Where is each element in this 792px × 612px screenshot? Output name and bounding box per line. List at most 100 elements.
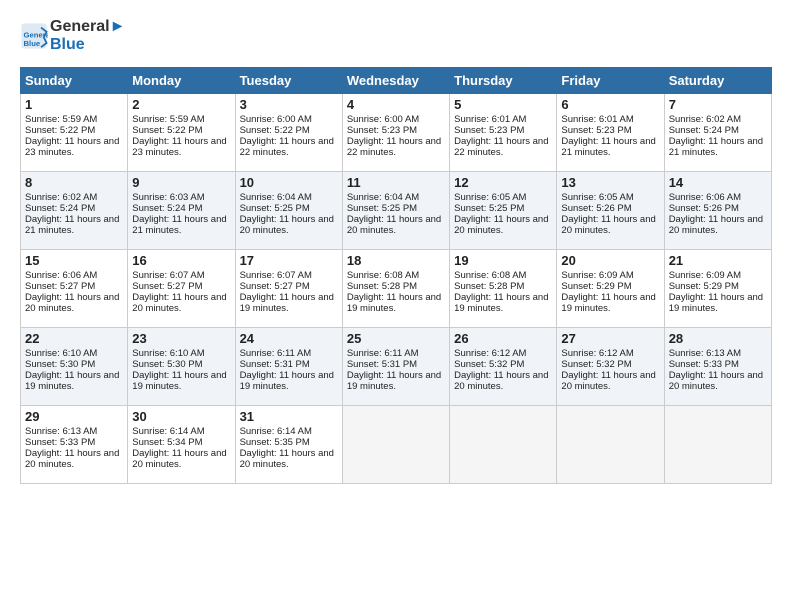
daylight-text: Daylight: 11 hours and 23 minutes. — [25, 136, 123, 158]
sunset-text: Sunset: 5:34 PM — [132, 437, 230, 448]
sunset-text: Sunset: 5:24 PM — [25, 203, 123, 214]
sunset-text: Sunset: 5:27 PM — [132, 281, 230, 292]
sunrise-text: Sunrise: 6:06 AM — [25, 270, 123, 281]
calendar-cell: 27Sunrise: 6:12 AMSunset: 5:32 PMDayligh… — [557, 327, 664, 405]
daylight-text: Daylight: 11 hours and 19 minutes. — [25, 370, 123, 392]
day-number: 24 — [240, 331, 338, 346]
sunset-text: Sunset: 5:23 PM — [347, 125, 445, 136]
day-number: 11 — [347, 175, 445, 190]
daylight-text: Daylight: 11 hours and 21 minutes. — [132, 214, 230, 236]
sunrise-text: Sunrise: 6:10 AM — [132, 348, 230, 359]
svg-text:Blue: Blue — [24, 39, 41, 48]
day-number: 30 — [132, 409, 230, 424]
daylight-text: Daylight: 11 hours and 20 minutes. — [454, 214, 552, 236]
sunrise-text: Sunrise: 6:08 AM — [454, 270, 552, 281]
sunrise-text: Sunrise: 6:09 AM — [669, 270, 767, 281]
calendar-cell: 25Sunrise: 6:11 AMSunset: 5:31 PMDayligh… — [342, 327, 449, 405]
sunset-text: Sunset: 5:33 PM — [25, 437, 123, 448]
day-number: 28 — [669, 331, 767, 346]
day-number: 14 — [669, 175, 767, 190]
sunrise-text: Sunrise: 6:12 AM — [454, 348, 552, 359]
sunrise-text: Sunrise: 6:13 AM — [25, 426, 123, 437]
sunset-text: Sunset: 5:25 PM — [454, 203, 552, 214]
daylight-text: Daylight: 11 hours and 20 minutes. — [561, 370, 659, 392]
sunrise-text: Sunrise: 6:11 AM — [240, 348, 338, 359]
day-header: Sunday — [21, 67, 128, 93]
day-number: 27 — [561, 331, 659, 346]
sunrise-text: Sunrise: 6:13 AM — [669, 348, 767, 359]
page-container: General Blue General► Blue SundayMondayT… — [0, 0, 792, 494]
sunset-text: Sunset: 5:24 PM — [132, 203, 230, 214]
sunset-text: Sunset: 5:30 PM — [132, 359, 230, 370]
calendar-cell: 8Sunrise: 6:02 AMSunset: 5:24 PMDaylight… — [21, 171, 128, 249]
sunset-text: Sunset: 5:28 PM — [454, 281, 552, 292]
daylight-text: Daylight: 11 hours and 20 minutes. — [454, 370, 552, 392]
daylight-text: Daylight: 11 hours and 19 minutes. — [347, 292, 445, 314]
day-number: 2 — [132, 97, 230, 112]
calendar-cell — [557, 405, 664, 483]
sunrise-text: Sunrise: 6:05 AM — [561, 192, 659, 203]
sunset-text: Sunset: 5:26 PM — [561, 203, 659, 214]
sunrise-text: Sunrise: 6:07 AM — [240, 270, 338, 281]
sunset-text: Sunset: 5:33 PM — [669, 359, 767, 370]
calendar-cell: 9 Sunrise: 6:03 AMSunset: 5:24 PMDaylight… — [128, 171, 235, 249]
sunrise-text: Sunrise: 6:04 AM — [240, 192, 338, 203]
calendar-cell: 3Sunrise: 6:00 AMSunset: 5:22 PMDaylight… — [235, 93, 342, 171]
daylight-text: Daylight: 11 hours and 19 minutes. — [240, 370, 338, 392]
calendar-cell: 26Sunrise: 6:12 AMSunset: 5:32 PMDayligh… — [450, 327, 557, 405]
day-header: Wednesday — [342, 67, 449, 93]
daylight-text: Daylight: 11 hours and 19 minutes. — [561, 292, 659, 314]
sunrise-text: Sunrise: 6:11 AM — [347, 348, 445, 359]
daylight-text: Daylight: 11 hours and 21 minutes. — [25, 214, 123, 236]
sunrise-text: Sunrise: 6:07 AM — [132, 270, 230, 281]
sunset-text: Sunset: 5:29 PM — [561, 281, 659, 292]
calendar-cell: 14Sunrise: 6:06 AMSunset: 5:26 PMDayligh… — [664, 171, 771, 249]
day-header: Thursday — [450, 67, 557, 93]
sunset-text: Sunset: 5:26 PM — [669, 203, 767, 214]
sunrise-text: Sunrise: 6:01 AM — [454, 114, 552, 125]
calendar-cell: 13Sunrise: 6:05 AMSunset: 5:26 PMDayligh… — [557, 171, 664, 249]
daylight-text: Daylight: 11 hours and 20 minutes. — [25, 448, 123, 470]
sunrise-text: Sunrise: 6:03 AM — [132, 192, 230, 203]
calendar-cell: 24 Sunrise: 6:11 AMSunset: 5:31 PMDayligh… — [235, 327, 342, 405]
sunset-text: Sunset: 5:30 PM — [25, 359, 123, 370]
day-number: 3 — [240, 97, 338, 112]
daylight-text: Daylight: 11 hours and 20 minutes. — [347, 214, 445, 236]
sunrise-text: Sunrise: 6:05 AM — [454, 192, 552, 203]
calendar-cell — [664, 405, 771, 483]
sunset-text: Sunset: 5:25 PM — [240, 203, 338, 214]
sunrise-text: Sunrise: 6:14 AM — [240, 426, 338, 437]
calendar-cell: 29Sunrise: 6:13 AMSunset: 5:33 PMDayligh… — [21, 405, 128, 483]
sunrise-text: Sunrise: 6:14 AM — [132, 426, 230, 437]
calendar-week: 15Sunrise: 6:06 AMSunset: 5:27 PMDayligh… — [21, 249, 772, 327]
day-number: 5 — [454, 97, 552, 112]
page-header: General Blue General► Blue — [20, 18, 772, 55]
sunset-text: Sunset: 5:24 PM — [669, 125, 767, 136]
day-number: 13 — [561, 175, 659, 190]
logo-icon: General Blue — [20, 22, 48, 50]
day-number: 25 — [347, 331, 445, 346]
daylight-text: Daylight: 11 hours and 21 minutes. — [669, 136, 767, 158]
sunset-text: Sunset: 5:31 PM — [240, 359, 338, 370]
calendar-cell — [450, 405, 557, 483]
calendar-cell: 10Sunrise: 6:04 AMSunset: 5:25 PMDayligh… — [235, 171, 342, 249]
day-number: 18 — [347, 253, 445, 268]
day-header: Saturday — [664, 67, 771, 93]
sunrise-text: Sunrise: 6:08 AM — [347, 270, 445, 281]
day-header: Friday — [557, 67, 664, 93]
daylight-text: Daylight: 11 hours and 21 minutes. — [561, 136, 659, 158]
calendar-cell: 2Sunrise: 5:59 AMSunset: 5:22 PMDaylight… — [128, 93, 235, 171]
sunset-text: Sunset: 5:27 PM — [25, 281, 123, 292]
daylight-text: Daylight: 11 hours and 20 minutes. — [132, 292, 230, 314]
sunset-text: Sunset: 5:35 PM — [240, 437, 338, 448]
sunrise-text: Sunrise: 6:02 AM — [669, 114, 767, 125]
daylight-text: Daylight: 11 hours and 23 minutes. — [132, 136, 230, 158]
day-number: 9 — [132, 175, 230, 190]
day-number: 10 — [240, 175, 338, 190]
day-number: 26 — [454, 331, 552, 346]
daylight-text: Daylight: 11 hours and 20 minutes. — [132, 448, 230, 470]
sunset-text: Sunset: 5:22 PM — [25, 125, 123, 136]
day-number: 7 — [669, 97, 767, 112]
day-number: 31 — [240, 409, 338, 424]
calendar-cell: 12Sunrise: 6:05 AMSunset: 5:25 PMDayligh… — [450, 171, 557, 249]
